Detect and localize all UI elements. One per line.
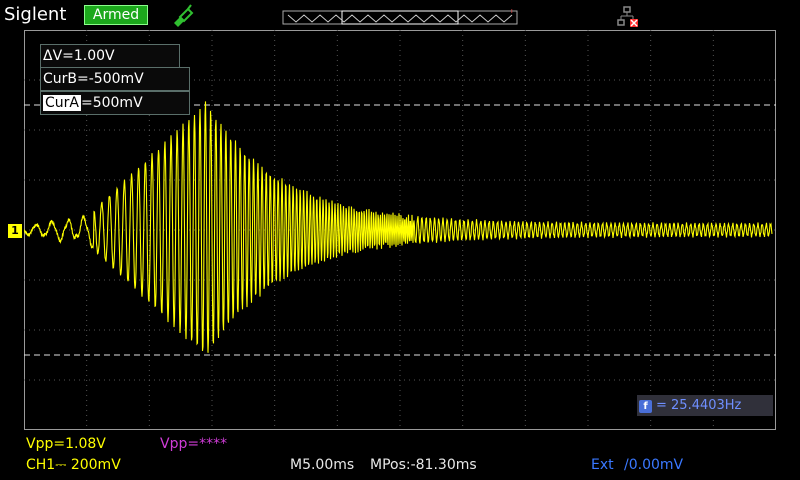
svg-text:T: T (509, 9, 514, 15)
cursor-b-readout: CurB=-500mV (40, 67, 190, 91)
ch1-scale[interactable]: CH1⎓ 200mV (26, 457, 121, 473)
cursor-delta-readout: ΔV=1.00V (40, 44, 180, 68)
cursor-a-label: CurA (43, 95, 81, 111)
memory-position-readout[interactable]: MPos:-81.30ms (370, 457, 477, 473)
trigger-level[interactable]: /0.00mV (624, 457, 683, 473)
trigger-level-value: 0.00mV (628, 457, 684, 473)
frequency-icon: f (639, 400, 652, 413)
usb-disconnected-icon (617, 6, 638, 27)
probe-icon (174, 4, 194, 27)
frequency-value: = 25.4403Hz (656, 398, 742, 413)
top-bar: Siglent Armed T T (0, 0, 800, 45)
memory-strip-icon: T (282, 9, 518, 25)
timebase-readout[interactable]: M5.00ms (290, 457, 354, 473)
vpp-measure-ch1: Vpp=1.08V (26, 436, 106, 452)
cursor-a-value: =500mV (80, 95, 143, 111)
trigger-source[interactable]: Ext (591, 457, 614, 473)
brand-label: Siglent (4, 4, 67, 25)
cursor-a-readout[interactable]: CurA =500mV (40, 91, 190, 115)
channel1-level-marker[interactable]: 1 (8, 224, 22, 238)
frequency-readout: f = 25.4403Hz (637, 395, 773, 416)
acquisition-status-badge: Armed (84, 5, 148, 25)
vpp-measure-ch2: Vpp=**** (160, 436, 228, 452)
